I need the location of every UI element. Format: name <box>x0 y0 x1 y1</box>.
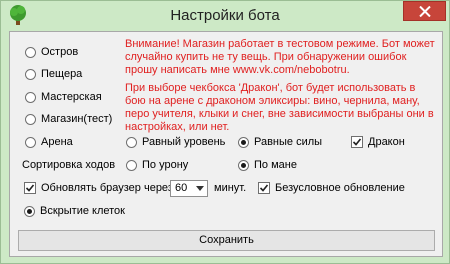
open-cells-label: Вскрытие клеток <box>40 205 125 217</box>
radio-circle <box>25 113 36 125</box>
sort-by-damage-label: По урону <box>142 159 189 171</box>
sort-by-damage-radio[interactable]: По урону <box>126 157 188 173</box>
sort-by-mana-label: По мане <box>254 159 297 171</box>
checkbox-box <box>258 182 270 194</box>
open-cells-radio[interactable]: Вскрытие клеток <box>24 203 125 219</box>
checkmark-icon <box>259 184 269 192</box>
settings-panel: Остров Пещера Мастерская Магазин(тест) А… <box>9 31 443 257</box>
sort-moves-label: Сортировка ходов <box>22 159 116 171</box>
radio-circle <box>238 136 249 148</box>
radio-circle <box>238 159 249 171</box>
location-radio-cave[interactable]: Пещера <box>25 66 82 82</box>
location-label: Арена <box>41 136 73 148</box>
close-button[interactable] <box>403 1 446 21</box>
title-bar[interactable]: Настройки бота <box>1 1 449 31</box>
save-button[interactable]: Сохранить <box>18 230 435 251</box>
window-title: Настройки бота <box>170 7 280 24</box>
equal-level-label: Равный уровень <box>142 136 226 148</box>
settings-window: Настройки бота Остров Пещера Мастерская … <box>0 0 450 264</box>
location-label: Мастерская <box>41 91 102 103</box>
radio-circle <box>126 159 137 171</box>
equal-level-radio[interactable]: Равный уровень <box>126 134 225 150</box>
radio-circle <box>126 136 137 148</box>
radio-circle <box>25 68 36 80</box>
location-label: Пещера <box>41 68 83 80</box>
equal-strength-label: Равные силы <box>254 136 323 148</box>
radio-circle <box>24 205 35 217</box>
sort-by-mana-radio[interactable]: По мане <box>238 157 297 173</box>
dragon-checkbox[interactable]: Дракон <box>351 134 405 150</box>
location-label: Остров <box>41 46 79 58</box>
location-radio-workshop[interactable]: Мастерская <box>25 89 102 105</box>
dragon-label: Дракон <box>368 136 405 148</box>
equal-strength-radio[interactable]: Равные силы <box>238 134 322 150</box>
checkmark-icon <box>352 138 362 146</box>
location-radio-arena[interactable]: Арена <box>25 134 73 150</box>
chevron-down-icon <box>196 186 204 191</box>
close-icon <box>419 6 431 17</box>
refresh-browser-checkbox[interactable]: Обновлять браузер через <box>24 180 173 196</box>
checkbox-box <box>24 182 36 194</box>
location-radio-shop[interactable]: Магазин(тест) <box>25 111 112 127</box>
checkbox-box <box>351 136 363 148</box>
refresh-interval-select[interactable]: 60 <box>170 180 208 197</box>
unconditional-refresh-label: Безусловное обновление <box>275 182 405 194</box>
refresh-interval-value: 60 <box>175 182 188 194</box>
checkmark-icon <box>25 184 35 192</box>
location-label: Магазин(тест) <box>41 113 113 125</box>
radio-circle <box>25 46 36 58</box>
location-radio-island[interactable]: Остров <box>25 44 78 60</box>
minutes-label: минут. <box>214 182 247 194</box>
radio-circle <box>25 136 36 148</box>
shop-warning-text: Внимание! Магазин работает в тестовом ре… <box>125 38 435 76</box>
dragon-info-text: При выборе чекбокса 'Дракон', бот будет … <box>125 82 434 133</box>
radio-circle <box>25 91 36 103</box>
refresh-browser-label: Обновлять браузер через <box>41 182 173 194</box>
unconditional-refresh-checkbox[interactable]: Безусловное обновление <box>258 180 405 196</box>
